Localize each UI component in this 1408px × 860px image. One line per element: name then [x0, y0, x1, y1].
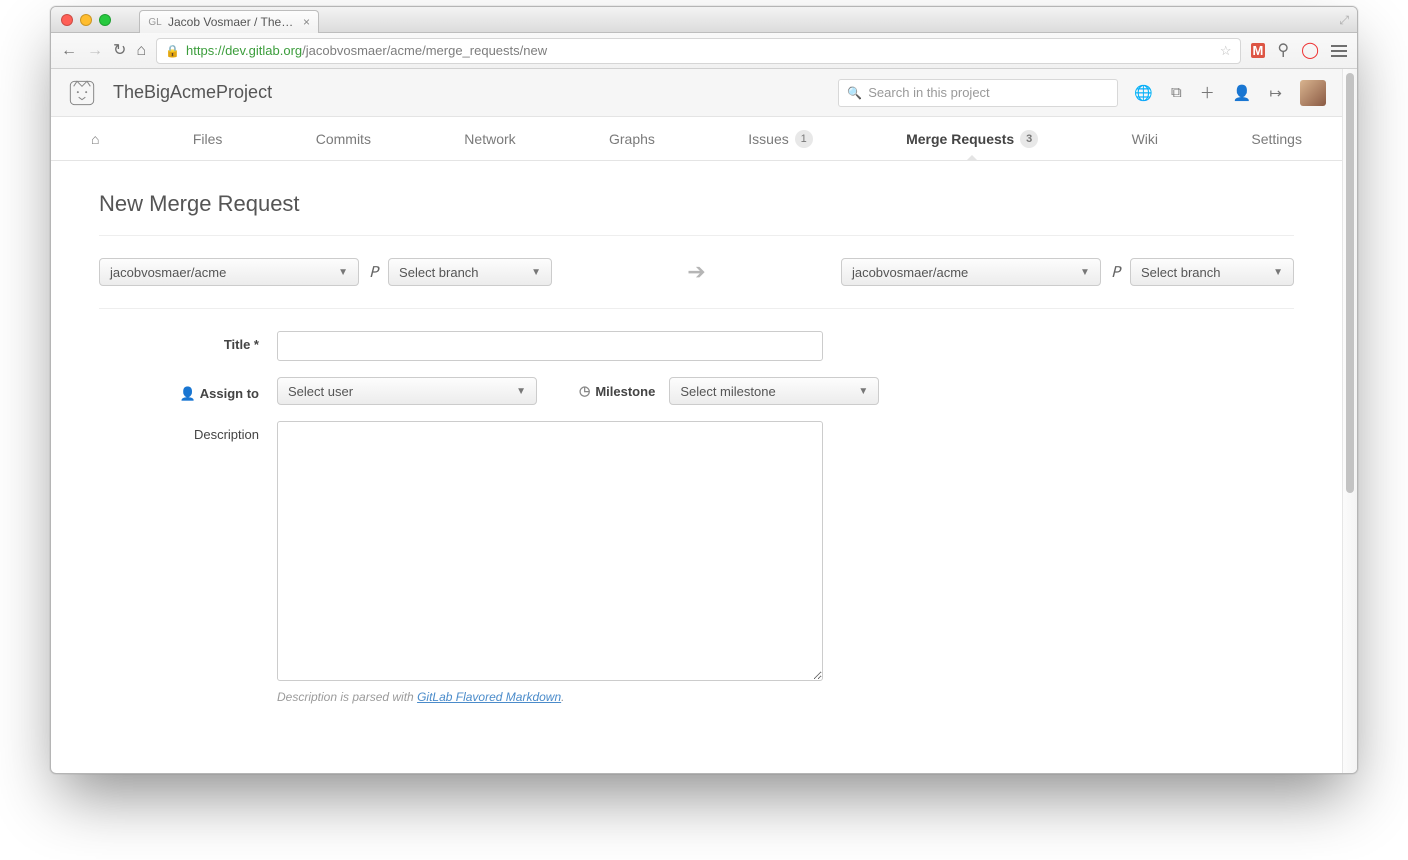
gfm-link[interactable]: GitLab Flavored Markdown [417, 690, 561, 704]
bookmark-star-icon[interactable]: ☆ [1220, 43, 1232, 59]
issues-badge: 1 [795, 130, 813, 148]
nav-settings-label: Settings [1251, 131, 1302, 147]
page-title: New Merge Request [99, 181, 1294, 236]
user-icon[interactable]: 👤 [1233, 84, 1252, 102]
chevron-down-icon: ▼ [1080, 267, 1090, 278]
nav-home-icon[interactable]: ⌂ [136, 43, 146, 59]
window-minimize-icon[interactable] [80, 14, 92, 26]
nav-back-icon[interactable]: ← [61, 43, 77, 59]
chevron-down-icon: ▼ [338, 267, 348, 278]
browser-window: GL Jacob Vosmaer / TheBigAc × ⤢ ← → ↻ ⌂ … [50, 6, 1358, 774]
nav-reload-icon[interactable]: ↻ [113, 43, 126, 59]
branch-selector-row: jacobvosmaer/acme ▼ ꓑ Select branch ▼ ➔ … [99, 236, 1294, 309]
nav-network-label: Network [464, 131, 515, 147]
nav-merge-requests[interactable]: Merge Requests 3 [906, 117, 1038, 160]
description-label: Description [99, 421, 277, 442]
nav-graphs-label: Graphs [609, 131, 655, 147]
url-path: /jacobvosmaer/acme/merge_requests/new [302, 43, 547, 58]
mr-badge: 3 [1020, 130, 1038, 148]
nav-files-label: Files [193, 131, 223, 147]
milestone-value: Select milestone [680, 384, 775, 399]
nav-home[interactable]: ⌂ [91, 117, 99, 160]
source-project-select[interactable]: jacobvosmaer/acme ▼ [99, 258, 359, 286]
source-project-value: jacobvosmaer/acme [110, 265, 226, 280]
assign-label: 👤 Assign to [99, 380, 277, 402]
arrow-right-icon: ➔ [562, 259, 831, 285]
scrollbar-thumb[interactable] [1346, 73, 1354, 493]
gmail-ext-icon[interactable]: M [1251, 43, 1266, 58]
adblock-ext-icon[interactable]: ◯ [1301, 43, 1319, 59]
target-branch-value: Select branch [1141, 265, 1221, 280]
nav-issues-label: Issues [748, 131, 788, 147]
url-scheme: https:// [186, 43, 225, 58]
tab-close-icon[interactable]: × [303, 15, 310, 29]
browser-toolbar: ← → ↻ ⌂ 🔒 https://dev.gitlab.org/jacobvo… [51, 33, 1357, 69]
nav-wiki[interactable]: Wiki [1132, 117, 1158, 160]
git-branch-icon: ꓑ [1111, 263, 1120, 282]
person-icon: 👤 [180, 386, 196, 401]
chevron-down-icon: ▼ [1273, 267, 1283, 278]
signout-icon[interactable]: ↦ [1269, 84, 1282, 102]
project-name[interactable]: TheBigAcmeProject [113, 82, 272, 103]
hint-prefix: Description is parsed with [277, 690, 417, 704]
lock-icon: 🔒 [165, 44, 180, 58]
target-branch-select[interactable]: Select branch ▼ [1130, 258, 1294, 286]
assignee-value: Select user [288, 384, 353, 399]
project-nav: ⌂ Files Commits Network Graphs Issues 1 … [51, 117, 1342, 161]
chevron-down-icon: ▼ [516, 386, 526, 397]
browser-menu-icon[interactable] [1331, 45, 1347, 57]
url-host: dev.gitlab.org [225, 43, 302, 58]
url-text: https://dev.gitlab.org/jacobvosmaer/acme… [186, 43, 547, 58]
address-bar[interactable]: 🔒 https://dev.gitlab.org/jacobvosmaer/ac… [156, 38, 1240, 64]
nav-graphs[interactable]: Graphs [609, 117, 655, 160]
assignee-select[interactable]: Select user ▼ [277, 377, 537, 405]
nav-issues[interactable]: Issues 1 [748, 117, 812, 160]
fullscreen-icon[interactable]: ⤢ [1339, 13, 1349, 28]
nav-wiki-label: Wiki [1132, 131, 1158, 147]
clock-icon: ◷ [579, 383, 590, 399]
nav-settings[interactable]: Settings [1251, 117, 1302, 160]
hint-suffix: . [561, 690, 564, 704]
vertical-scrollbar[interactable] [1342, 69, 1357, 773]
gitlab-logo-icon[interactable] [67, 78, 97, 108]
milestone-label: ◷ Milestone [579, 383, 655, 399]
avatar[interactable] [1300, 80, 1326, 106]
nav-commits-label: Commits [316, 131, 371, 147]
tab-title: Jacob Vosmaer / TheBigAc [168, 15, 297, 29]
assign-label-text: Assign to [200, 386, 259, 401]
chevron-down-icon: ▼ [531, 267, 541, 278]
git-branch-icon: ꓑ [369, 263, 378, 282]
target-project-select[interactable]: jacobvosmaer/acme ▼ [841, 258, 1101, 286]
description-hint: Description is parsed with GitLab Flavor… [277, 690, 823, 704]
milestone-label-text: Milestone [595, 384, 655, 399]
nav-network[interactable]: Network [464, 117, 515, 160]
public-icon[interactable]: 🌐 [1134, 84, 1153, 102]
window-close-icon[interactable] [61, 14, 73, 26]
project-search-input[interactable]: 🔍 Search in this project [838, 79, 1118, 107]
milestone-select[interactable]: Select milestone ▼ [669, 377, 879, 405]
search-icon: 🔍 [847, 86, 862, 100]
source-branch-value: Select branch [399, 265, 479, 280]
title-label: Title * [99, 331, 277, 352]
nav-commits[interactable]: Commits [316, 117, 371, 160]
browser-tab[interactable]: GL Jacob Vosmaer / TheBigAc × [139, 10, 319, 33]
app-header: TheBigAcmeProject 🔍 Search in this proje… [51, 69, 1342, 117]
source-branch-select[interactable]: Select branch ▼ [388, 258, 552, 286]
nav-forward-icon: → [87, 43, 103, 59]
window-zoom-icon[interactable] [99, 14, 111, 26]
tab-favicon: GL [148, 17, 162, 28]
search-placeholder: Search in this project [868, 85, 989, 100]
nav-files[interactable]: Files [193, 117, 223, 160]
target-project-value: jacobvosmaer/acme [852, 265, 968, 280]
mac-titlebar: GL Jacob Vosmaer / TheBigAc × ⤢ [51, 7, 1357, 33]
description-textarea[interactable] [277, 421, 823, 681]
chevron-down-icon: ▼ [858, 386, 868, 397]
title-input[interactable] [277, 331, 823, 361]
page-viewport: TheBigAcmeProject 🔍 Search in this proje… [51, 69, 1342, 773]
copy-icon[interactable]: ⧉ [1171, 84, 1182, 101]
key-ext-icon[interactable]: ⚲ [1277, 43, 1289, 59]
new-icon[interactable]: ＋ [1200, 82, 1215, 103]
nav-mr-label: Merge Requests [906, 131, 1014, 147]
